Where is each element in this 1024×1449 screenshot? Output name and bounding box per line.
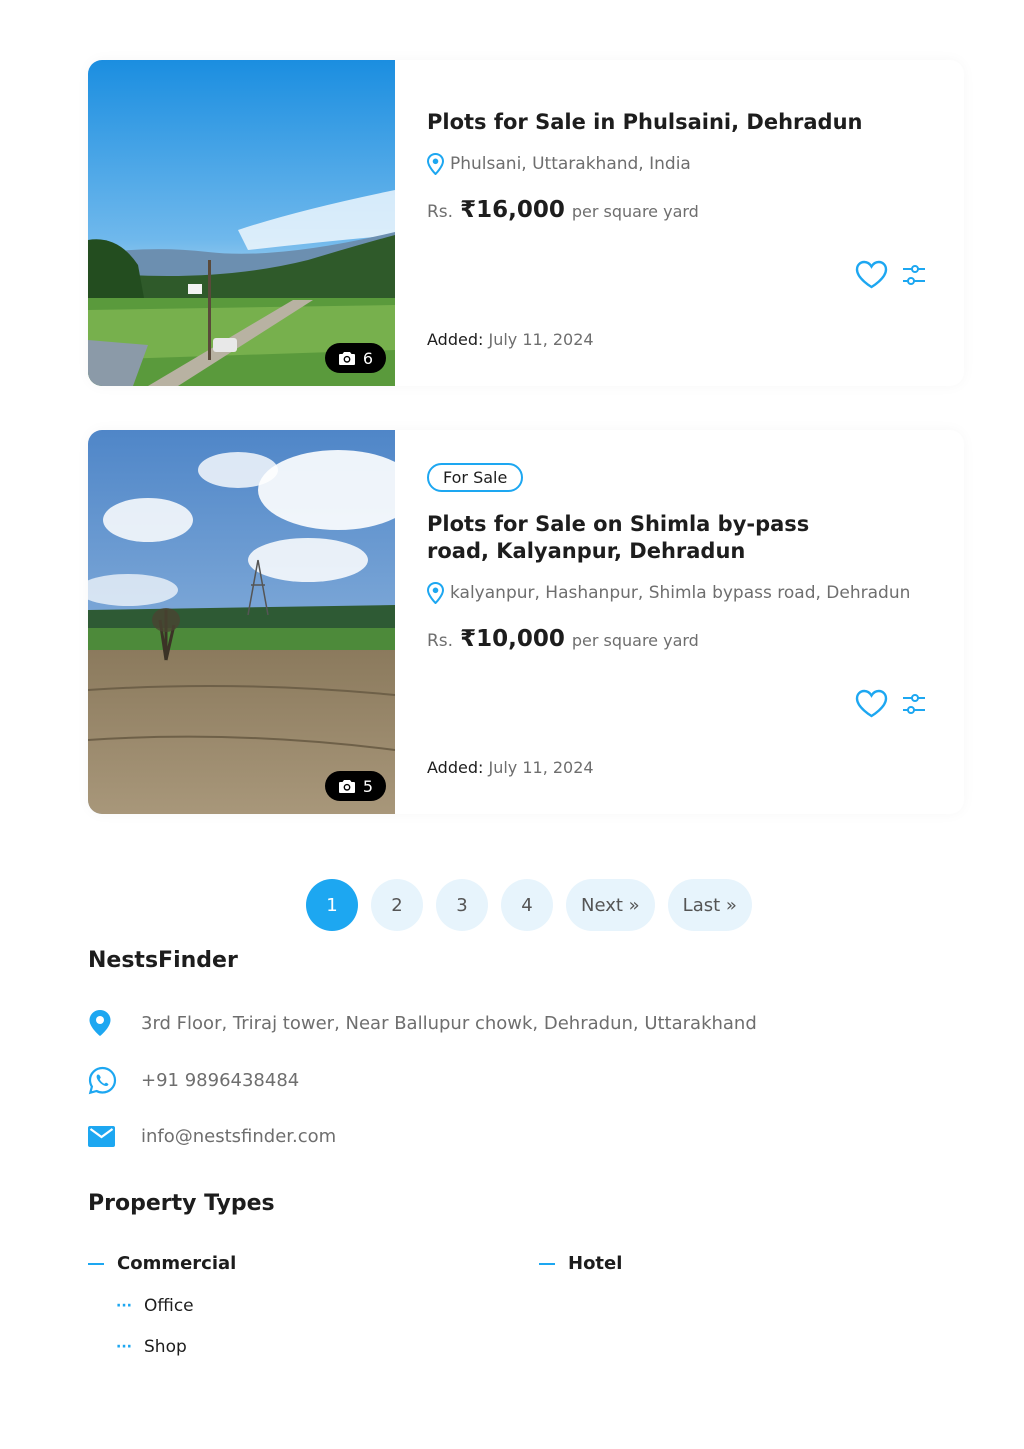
location-text: kalyanpur, Hashanpur, Shimla bypass road… xyxy=(450,583,911,603)
listing-photo[interactable]: 6 xyxy=(88,60,395,386)
listing-actions xyxy=(855,689,926,718)
property-subtype-label: Office xyxy=(144,1296,194,1316)
listing-location: Phulsani, Uttarakhand, India xyxy=(427,153,691,175)
location-text: Phulsani, Uttarakhand, India xyxy=(450,154,691,174)
next-page-button[interactable]: Next » xyxy=(566,879,655,931)
dots-bullet: ··· xyxy=(116,1298,132,1314)
price-amount: ₹16,000 xyxy=(460,197,565,223)
page-button-4[interactable]: 4 xyxy=(501,879,553,931)
contact-email[interactable]: info@nestsfinder.com xyxy=(88,1126,336,1147)
listing-card[interactable]: 5 For Sale Plots for Sale on Shimla by-p… xyxy=(88,430,964,814)
page-button-3[interactable]: 3 xyxy=(436,879,488,931)
page-button-1[interactable]: 1 xyxy=(306,879,358,931)
property-type-label: Hotel xyxy=(568,1253,623,1274)
location-pin-icon xyxy=(89,1010,111,1036)
mail-icon xyxy=(88,1126,115,1147)
photo-count-badge[interactable]: 5 xyxy=(324,771,386,801)
listing-location: kalyanpur, Hashanpur, Shimla bypass road… xyxy=(427,582,910,604)
property-type-hotel[interactable]: Hotel xyxy=(539,1253,622,1274)
currency-prefix: Rs. xyxy=(427,631,454,651)
contact-address: 3rd Floor, Triraj tower, Near Ballupur c… xyxy=(88,1009,757,1037)
listing-price: Rs. ₹16,000 per square yard xyxy=(427,197,699,223)
price-amount: ₹10,000 xyxy=(460,626,565,652)
listing-info: Plots for Sale in Phulsaini, Dehradun Ph… xyxy=(427,60,934,386)
listing-price: Rs. ₹10,000 per square yard xyxy=(427,626,699,652)
status-badge: For Sale xyxy=(427,463,524,492)
price-unit: per square yard xyxy=(571,631,699,650)
listing-card[interactable]: 6 Plots for Sale in Phulsaini, Dehradun … xyxy=(88,60,964,386)
photo-count-badge[interactable]: 6 xyxy=(324,343,386,373)
phone-text: +91 9896438484 xyxy=(141,1070,300,1091)
listing-title[interactable]: Plots for Sale in Phulsaini, Dehradun xyxy=(427,109,862,136)
added-label: Added: xyxy=(427,758,484,777)
property-type-label: Commercial xyxy=(117,1253,237,1274)
added-label: Added: xyxy=(427,330,484,349)
added-date: July 11, 2024 xyxy=(488,330,594,349)
property-subtype-shop[interactable]: ··· Shop xyxy=(116,1337,187,1357)
dash-bullet xyxy=(88,1262,104,1265)
listing-info: For Sale Plots for Sale on Shimla by-pas… xyxy=(427,430,934,814)
added-date: July 11, 2024 xyxy=(488,758,594,777)
compare-sliders-icon[interactable] xyxy=(902,262,926,288)
heart-icon[interactable] xyxy=(855,260,888,289)
location-pin-icon xyxy=(427,153,444,175)
listing-photo[interactable]: 5 xyxy=(88,430,395,814)
price-unit: per square yard xyxy=(571,202,699,221)
page-button-2[interactable]: 2 xyxy=(371,879,423,931)
listing-actions xyxy=(855,260,926,289)
location-pin-icon xyxy=(427,582,444,604)
photo-count: 6 xyxy=(362,348,373,368)
pagination: 1 2 3 4 Next » Last » xyxy=(306,879,752,931)
photo-count: 5 xyxy=(362,776,373,796)
dots-bullet: ··· xyxy=(116,1339,132,1355)
compare-sliders-icon[interactable] xyxy=(902,691,926,717)
listing-title[interactable]: Plots for Sale on Shimla by-pass road, K… xyxy=(427,511,857,565)
dash-bullet xyxy=(539,1262,555,1265)
whatsapp-icon xyxy=(88,1066,117,1095)
property-subtype-office[interactable]: ··· Office xyxy=(116,1296,194,1316)
property-type-commercial[interactable]: Commercial xyxy=(88,1253,236,1274)
property-types-heading: Property Types xyxy=(88,1191,275,1216)
contact-phone[interactable]: +91 9896438484 xyxy=(88,1066,299,1095)
property-subtype-label: Shop xyxy=(144,1337,187,1357)
footer-brand: NestsFinder xyxy=(88,948,238,973)
last-page-button[interactable]: Last » xyxy=(667,879,752,931)
currency-prefix: Rs. xyxy=(427,202,454,222)
address-text: 3rd Floor, Triraj tower, Near Ballupur c… xyxy=(141,1012,757,1034)
camera-icon xyxy=(338,352,355,365)
heart-icon[interactable] xyxy=(855,689,888,718)
listing-added: Added: July 11, 2024 xyxy=(427,330,594,349)
listing-added: Added: July 11, 2024 xyxy=(427,758,594,777)
camera-icon xyxy=(338,780,355,793)
email-text: info@nestsfinder.com xyxy=(141,1126,337,1147)
